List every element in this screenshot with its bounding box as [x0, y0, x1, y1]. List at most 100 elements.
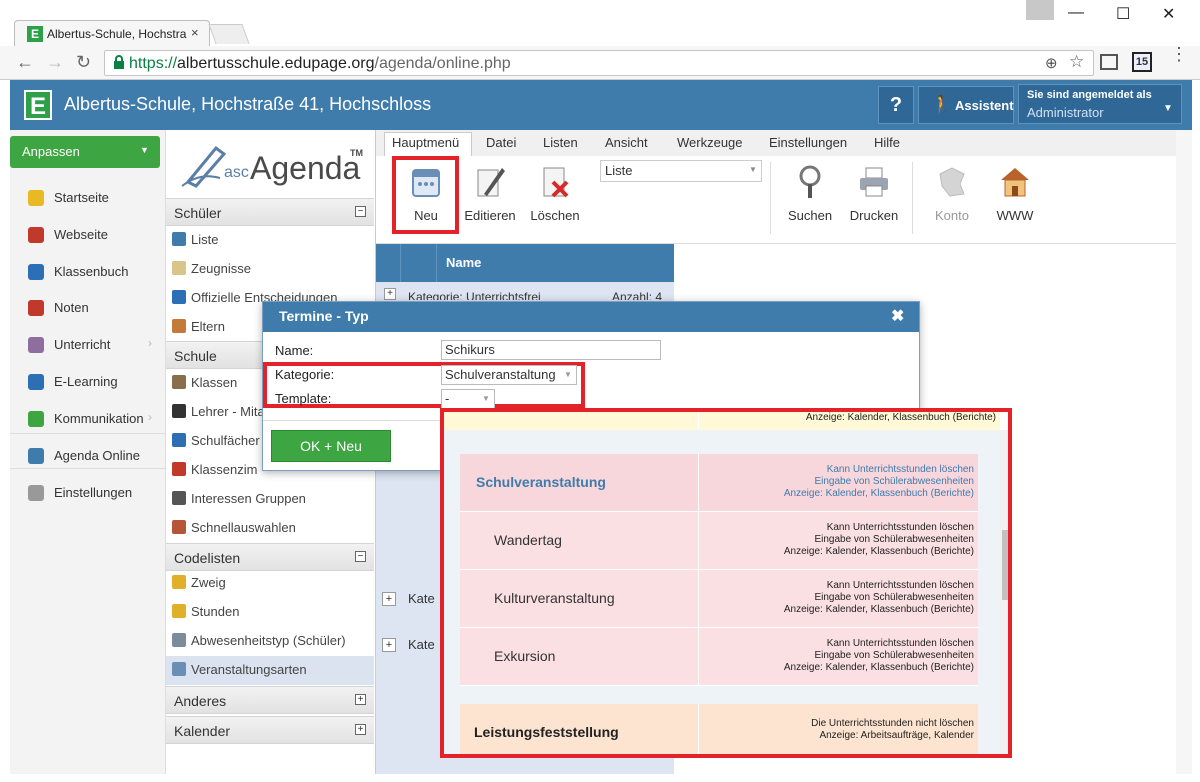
konto-button[interactable]: Konto: [922, 160, 982, 240]
browser-tab[interactable]: E Albertus-Schule, Hochstra ×: [14, 20, 210, 46]
expand-icon[interactable]: +: [355, 724, 366, 735]
pencil-logo-icon: [181, 145, 227, 188]
sidebar-item-webseite[interactable]: Webseite: [10, 217, 166, 254]
nav-item-icon: [172, 520, 186, 534]
tab-datei[interactable]: Datei: [486, 135, 516, 150]
section-kalender[interactable]: Kalender +: [166, 716, 374, 744]
section-codelisten[interactable]: Codelisten −: [166, 543, 374, 571]
edupage-favicon-icon: E: [27, 26, 43, 42]
tab-listen[interactable]: Listen: [543, 135, 578, 150]
dropdown-partial-row[interactable]: Anzeige: Kalender, Klassenbuch (Berichte…: [444, 412, 1000, 430]
nav-item-zeugnisse[interactable]: Zeugnisse: [166, 255, 374, 284]
dropdown-option[interactable]: Kulturveranstaltung Kann Unterrichtsstund…: [460, 570, 978, 628]
section-title: Codelisten: [174, 550, 241, 566]
dropdown-option[interactable]: Schulveranstaltung Kann Unterrichtsstunde…: [460, 454, 978, 512]
section-schueler[interactable]: Schüler −: [166, 198, 374, 226]
www-button[interactable]: WWW: [984, 160, 1046, 240]
edit-button[interactable]: Editieren: [462, 160, 518, 240]
delete-label: Löschen: [530, 208, 580, 223]
tab-close-icon[interactable]: ×: [191, 25, 199, 40]
tab-werkzeuge[interactable]: Werkzeuge: [677, 135, 743, 150]
calendar-extension-icon[interactable]: 15: [1132, 52, 1152, 72]
sidebar-item-startseite[interactable]: Startseite: [10, 180, 166, 217]
page-scrollbar[interactable]: [1176, 130, 1192, 774]
tab-ansicht[interactable]: Ansicht: [605, 135, 648, 150]
dropdown-option[interactable]: Exkursion Kann Unterrichtsstunden löschen…: [460, 628, 978, 686]
new-tab-button[interactable]: [208, 24, 250, 44]
nav-item-schnellauswahlen[interactable]: Schnellauswahlen: [166, 514, 374, 543]
sidebar-item-klassenbuch[interactable]: Klassenbuch: [10, 254, 166, 291]
menu-icon[interactable]: ⋮: [1170, 45, 1188, 63]
scroll-thumb[interactable]: [1002, 530, 1008, 600]
print-button[interactable]: Drucken: [844, 160, 904, 240]
option-description-line: Kann Unterrichtsstunden löschen: [826, 464, 974, 475]
grid-row[interactable]: + Kate: [376, 630, 440, 658]
collapse-icon[interactable]: −: [355, 206, 366, 217]
name-input[interactable]: Schikurs: [441, 340, 661, 360]
delete-icon: [543, 167, 569, 198]
expand-icon[interactable]: +: [384, 288, 396, 300]
nav-item-veranstaltungsarten[interactable]: Veranstaltungsarten: [166, 656, 374, 685]
help-button[interactable]: ?: [878, 86, 914, 124]
chevron-down-icon: ▼: [749, 165, 757, 174]
tab-hilfe[interactable]: Hilfe: [874, 135, 900, 150]
grid-row[interactable]: + Kate: [376, 584, 440, 612]
edit-label: Editieren: [464, 208, 516, 223]
dropdown-scrollbar[interactable]: [1000, 430, 1008, 754]
zoom-icon[interactable]: ⊕: [1045, 54, 1058, 72]
delete-button[interactable]: Löschen: [526, 160, 584, 240]
nav-item-stunden[interactable]: Stunden: [166, 598, 374, 627]
user-menu[interactable]: Sie sind angemeldet als Administrator ▼: [1018, 84, 1182, 124]
nav-item-abwesenheitstyp-sch-ler-[interactable]: Abwesenheitstyp (Schüler): [166, 627, 374, 656]
cast-icon[interactable]: [1100, 54, 1118, 70]
sidebar-item-agenda-online[interactable]: Agenda Online: [10, 438, 166, 475]
grid-row[interactable]: + Kategorie: Unterrichtsfrei Anzahl: 4: [376, 282, 674, 300]
search-button[interactable]: Suchen: [780, 160, 840, 240]
sidebar-item-einstellungen[interactable]: Einstellungen: [10, 475, 166, 512]
expand-icon[interactable]: +: [382, 592, 396, 606]
close-icon[interactable]: ✖: [891, 306, 904, 326]
nav-item-liste[interactable]: Liste: [166, 226, 374, 255]
back-icon[interactable]: ←: [16, 52, 34, 73]
dialog-header: Termine - Typ ✖: [263, 302, 919, 332]
reload-icon[interactable]: ↻: [76, 52, 91, 73]
nav-item-zweig[interactable]: Zweig: [166, 569, 374, 598]
ok-neu-button[interactable]: OK + Neu: [271, 430, 391, 462]
forward-icon[interactable]: →: [46, 52, 64, 73]
nav-item-interessen-gruppen[interactable]: Interessen Gruppen: [166, 485, 374, 514]
url-input[interactable]: https://albertusschule.edupage.org/agend…: [104, 50, 1094, 76]
close-window-icon[interactable]: ✕: [1162, 4, 1175, 24]
dropdown-option[interactable]: Wandertag Kann Unterrichtsstunden löschen…: [460, 512, 978, 570]
expand-icon[interactable]: +: [382, 638, 396, 652]
url-host: albertusschule.edupage.org: [177, 55, 375, 72]
maximize-icon[interactable]: ☐: [1116, 4, 1130, 24]
option-description-line: Anzeige: Kalender, Klassenbuch (Berichte…: [783, 662, 974, 673]
dropdown-option[interactable]: Leistungsfeststellung Die Unterrichtsstun…: [460, 704, 978, 754]
edupage-logo-icon[interactable]: E: [24, 90, 52, 120]
assistant-label: Assistent: [955, 98, 1014, 113]
tab-einstellungen[interactable]: Einstellungen: [769, 135, 847, 150]
sidebar-item-icon: [28, 300, 44, 316]
sidebar-item-noten[interactable]: Noten: [10, 290, 166, 327]
nav-item-label: Klassenzim: [191, 462, 258, 477]
minimize-icon[interactable]: —: [1068, 4, 1084, 22]
chevron-right-icon: ›: [148, 410, 152, 424]
collapse-icon[interactable]: −: [355, 551, 366, 562]
anpassen-button[interactable]: Anpassen ▼: [10, 136, 160, 168]
profile-icon[interactable]: [1026, 0, 1054, 20]
nav-item-icon: [172, 404, 186, 418]
option-description-line: Anzeige: Kalender, Klassenbuch (Berichte…: [783, 488, 974, 499]
sidebar-item-label: Startseite: [54, 190, 109, 205]
assistant-button[interactable]: 🚶 Assistent: [918, 86, 1014, 124]
option-description-line: Eingabe von Schülerabwesenheiten: [814, 534, 974, 545]
tab-hauptmenü[interactable]: Hauptmenü: [392, 135, 459, 150]
bookmark-star-icon[interactable]: ☆: [1069, 52, 1084, 72]
expand-icon[interactable]: +: [355, 694, 366, 705]
section-anderes[interactable]: Anderes +: [166, 686, 374, 714]
sidebar-item-e-learning[interactable]: E-Learning: [10, 364, 166, 401]
template-select[interactable]: - ▼: [441, 389, 495, 409]
sidebar-divider: [10, 433, 166, 434]
sidebar-item-unterricht[interactable]: Unterricht ›: [10, 327, 166, 364]
kategorie-select[interactable]: Schulveranstaltung ▼: [441, 365, 577, 385]
list-view-select[interactable]: Liste ▼: [600, 160, 762, 182]
